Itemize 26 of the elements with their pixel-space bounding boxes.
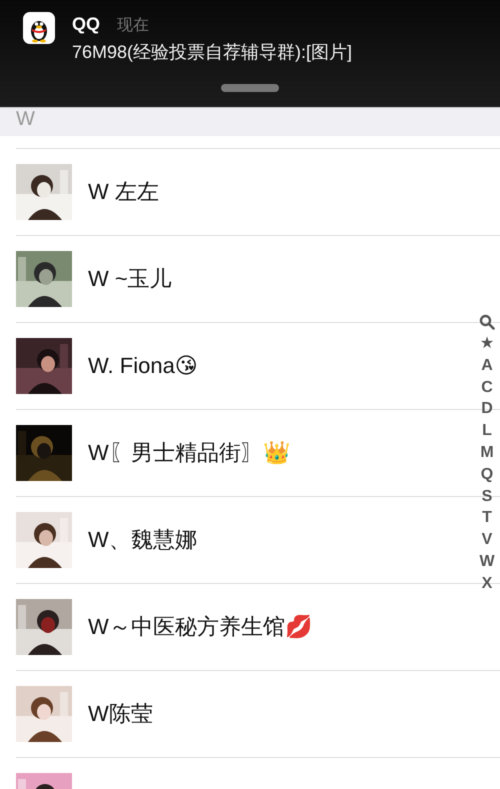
app-name: QQ bbox=[72, 14, 100, 35]
contact-row[interactable]: W陈莹 bbox=[16, 670, 500, 757]
notification-message: 76M98(经验投票自荐辅导群):[图片] bbox=[72, 41, 352, 64]
index-letter[interactable]: Q bbox=[480, 464, 494, 486]
contact-name: W～中医秘方养生馆💋 bbox=[88, 613, 312, 641]
contact-row[interactable]: W 左左 bbox=[16, 148, 500, 235]
notification-time: 现在 bbox=[117, 16, 150, 36]
index-letter[interactable]: V bbox=[482, 529, 492, 551]
index-letter[interactable]: T bbox=[482, 507, 492, 530]
contact-name: W〖男士精品街〗👑 bbox=[88, 439, 290, 467]
index-letter[interactable]: M bbox=[480, 442, 494, 464]
contact-row[interactable]: W ~玉儿 bbox=[16, 235, 500, 322]
index-letter[interactable]: W bbox=[479, 550, 495, 573]
index-letter[interactable]: C bbox=[481, 376, 493, 398]
contact-name: W陈莹 bbox=[88, 700, 153, 728]
index-letter[interactable]: ★ bbox=[480, 333, 494, 355]
penguin-app-icon[interactable] bbox=[23, 12, 55, 44]
contact-name: W ~玉儿 bbox=[88, 265, 172, 293]
index-letter[interactable]: L bbox=[482, 420, 492, 442]
contact-name: W、魏慧娜 bbox=[88, 526, 197, 554]
section-letter: W bbox=[15, 108, 35, 130]
contact-name: W 左左 bbox=[88, 178, 159, 206]
index-letter[interactable]: A bbox=[481, 354, 493, 377]
grabber-handle[interactable] bbox=[221, 84, 279, 92]
search-icon[interactable] bbox=[479, 314, 495, 330]
contact-name: W. Fiona😘 bbox=[88, 353, 198, 379]
